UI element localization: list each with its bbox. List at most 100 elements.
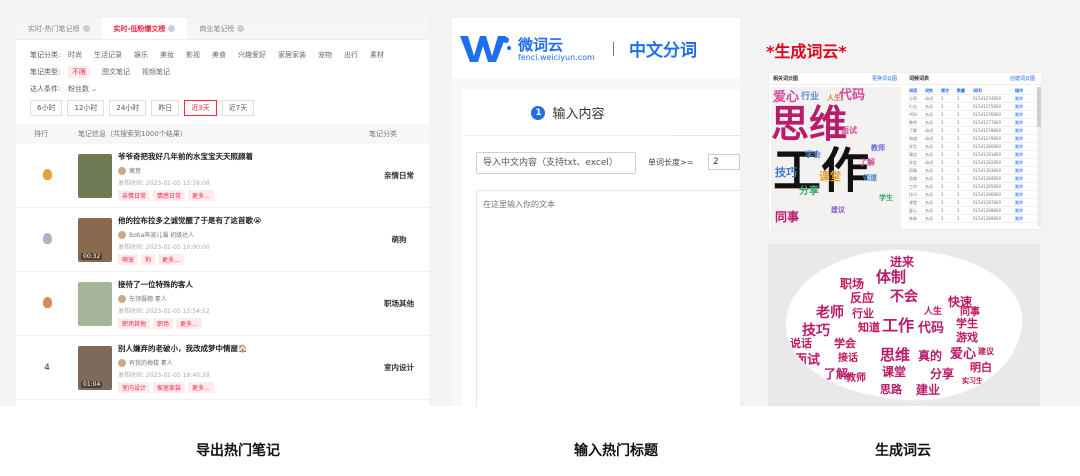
cloud-word: 学会 [834,337,856,350]
note-thumbnail[interactable]: 01:04 [78,345,112,390]
category-option[interactable]: 美食 [212,50,226,60]
table-header-cell: 频次 [941,87,949,93]
note-title[interactable]: 接待了一位特殊的客人 [118,279,369,290]
category-option[interactable]: 宠物 [318,50,332,60]
note-tag[interactable]: 家居家装 [153,381,186,393]
table-cell: 名词 [925,199,933,205]
table-cell: 2 [941,208,944,213]
brand-name: 微词云 [518,36,564,54]
delete-link[interactable]: 删除 [1013,144,1029,150]
time-button[interactable]: 近7天 [221,100,255,116]
tab-hot-notes[interactable]: 实时-热门笔记榜 [16,18,102,39]
delete-link[interactable]: 删除 [1013,176,1029,182]
note-tag[interactable]: 更多... [188,381,214,393]
note-thumbnail[interactable] [78,281,112,326]
category-option[interactable]: 时尚 [68,50,82,60]
category-option[interactable]: 素材 [370,50,384,60]
note-thumbnail[interactable]: 00:32 [78,217,112,262]
fans-dropdown[interactable]: 粉丝数 ⌄ [68,84,97,94]
delete-link[interactable]: 删除 [1013,120,1029,126]
cloud-word: 学会 [805,150,821,159]
category-option[interactable]: 兴趣爱好 [238,50,266,60]
delete-link[interactable]: 删除 [1013,208,1029,214]
type-option[interactable]: 不限 [68,65,90,78]
rank-cell [16,296,78,311]
divider [613,42,614,56]
word-length-input[interactable]: 2 [708,154,740,170]
table-cell: 02141274800 [973,96,1001,101]
author-name: 有我的梅楼 素人 [129,359,173,367]
delete-link[interactable]: 删除 [1013,104,1029,110]
scrollbar[interactable] [1037,87,1041,227]
table-cell: 2 [957,112,960,117]
table-row[interactable]: 4 01:04 别人嫌弃的老破小，我改成梦中情屋🏠 有我的梅楼 素人 发布时间: 202… [16,336,429,400]
delete-link[interactable]: 删除 [1013,112,1029,118]
delete-link[interactable]: 删除 [1013,184,1029,190]
time-button[interactable]: 6小时 [30,100,63,116]
category-option[interactable]: 美妆 [160,50,174,60]
category-option[interactable]: 出行 [344,50,358,60]
import-button[interactable]: 导入中文内容（支持txt、excel） [476,152,636,174]
type-option[interactable]: 图文笔记 [102,67,130,77]
table-row: 体制 名词 2 2 02141289800 删除 [907,215,1039,223]
table-cell: 2 [957,192,960,197]
text-input[interactable] [476,190,740,406]
note-tag[interactable]: 情感日常 [153,189,186,201]
scrollbar-thumb[interactable] [1037,87,1041,127]
table-row[interactable]: 00:32 他的拉布拉多之诚觉醒了于是有了这首歌😭 Boba奔波儿灞 初级达人 发布时… [16,208,429,272]
cloud-word: 面试 [794,353,821,368]
note-tag[interactable]: 亲情日常 [118,189,151,201]
delete-link[interactable]: 删除 [1013,168,1029,174]
note-tag[interactable]: 职场 [153,317,174,329]
publish-time: 发布时间: 2023-02-05 10:00:00 [118,243,210,251]
cloud-word: 同事 [775,210,800,224]
time-button[interactable]: 12小时 [67,100,105,116]
change-cloud-link[interactable]: 更换词云图 [872,75,897,82]
table-cell: 02141283800 [973,168,1001,173]
note-tag[interactable]: 狗 [141,253,156,265]
table-row: 爱心 名词 2 2 02141288800 删除 [907,207,1039,215]
category-option[interactable]: 家居家装 [278,50,306,60]
note-title[interactable]: 他的拉布拉多之诚觉醒了于是有了这首歌😭 [118,215,369,226]
note-title[interactable]: 爷爷奇把我好几年前的水宝宝天天照顾着 [118,151,369,162]
type-option[interactable]: 视频笔记 [142,67,170,77]
table-row[interactable]: 接待了一位特殊的客人 东领摄穗 素人 发布时间: 2023-02-05 15:54:… [16,272,429,336]
create-cloud-link[interactable]: 创建词云图 [1010,75,1035,82]
table-cell: 名词 [925,143,933,149]
note-tag[interactable]: 萌宠 [118,253,139,265]
table-cell: 2 [941,160,944,165]
category-option[interactable]: 生活记录 [94,50,122,60]
delete-link[interactable]: 删除 [1013,192,1029,198]
table-cell: 02141276800 [973,112,1001,117]
tag-list: 职场其他 职场 更多... [118,317,369,329]
note-thumbnail[interactable] [78,153,112,198]
note-tag[interactable]: 更多... [176,317,202,329]
delete-link[interactable]: 删除 [1013,216,1029,222]
time-button[interactable]: 近3天 [184,100,217,116]
cloud-word: 同事 [960,307,980,318]
tab-low-fan-viral[interactable]: 实时-低粉爆文榜 [101,18,188,39]
time-button[interactable]: 24小时 [109,100,147,116]
category-option[interactable]: 娱乐 [134,50,148,60]
section-title: *生成词云* [766,42,847,61]
category-option[interactable]: 影视 [186,50,200,60]
delete-link[interactable]: 删除 [1013,160,1029,166]
delete-link[interactable]: 删除 [1013,128,1029,134]
delete-link[interactable]: 删除 [1013,200,1029,206]
table-row[interactable]: 爷爷奇把我好几年前的水宝宝天天照顾着 寓意 发布时间: 2023-02-05 15:… [16,144,429,208]
note-tag[interactable]: 室内设计 [118,381,151,393]
note-tag[interactable]: 更多... [158,253,184,265]
delete-link[interactable]: 删除 [1013,136,1029,142]
tab-business-notes[interactable]: 商业笔记榜 [187,18,256,39]
note-tag[interactable]: 职场其他 [118,317,151,329]
delete-link[interactable]: 删除 [1013,152,1029,158]
time-button[interactable]: 昨日 [151,100,180,116]
table-cell: 02141287800 [973,200,1001,205]
note-category: 亲情日常 [384,171,414,180]
note-title[interactable]: 别人嫌弃的老破小，我改成梦中情屋🏠 [118,343,369,354]
rank-cell [16,168,78,183]
table-cell: 2 [957,128,960,133]
table-row: 分享 动词 2 2 02141274800 删除 [907,95,1039,103]
delete-link[interactable]: 删除 [1013,96,1029,102]
note-tag[interactable]: 更多... [188,189,214,201]
